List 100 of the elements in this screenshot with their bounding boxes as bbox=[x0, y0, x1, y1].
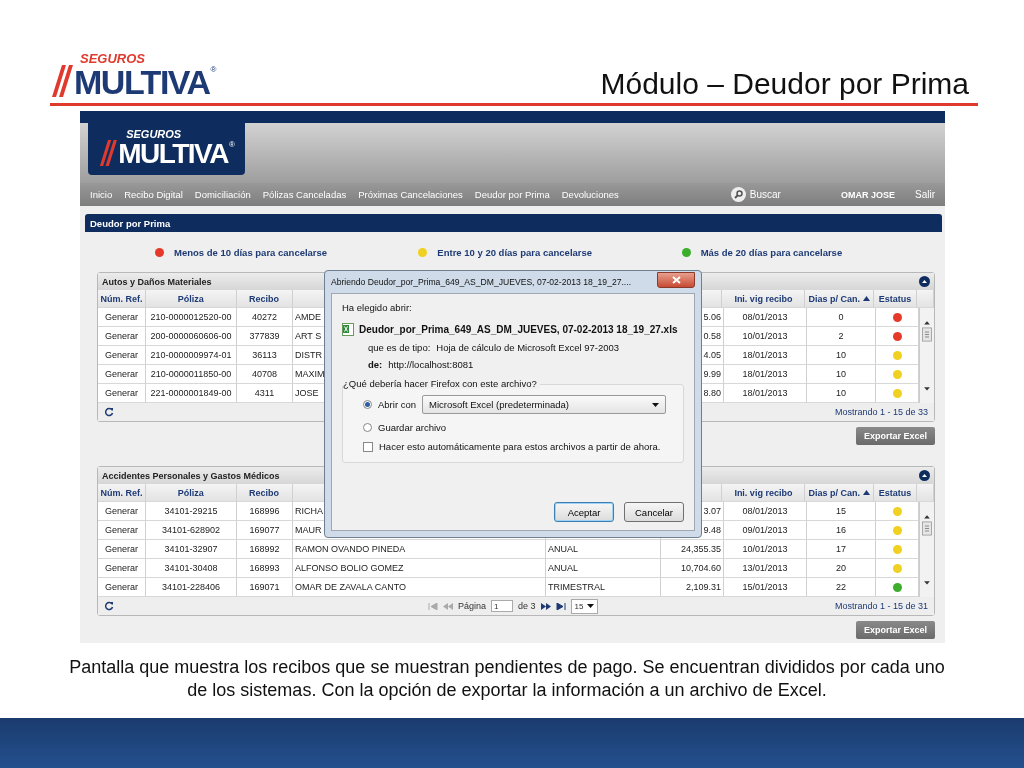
page-input[interactable]: 1 bbox=[491, 600, 514, 612]
table-cell: 13/01/2013 bbox=[742, 563, 788, 573]
radio-button[interactable] bbox=[363, 423, 372, 432]
table-cell: ALFONSO BOLIO GOMEZ bbox=[295, 563, 404, 573]
table-cell: Generar bbox=[105, 582, 138, 592]
table-cell: 168996 bbox=[249, 506, 280, 516]
slide-caption: Pantalla que muestra los recibos que se muestran pendientes de pago. Se encuentran divididos por cada uno de los sistemas. Con la opción de exportar la información a un archivo de Excel. bbox=[68, 656, 946, 702]
collapse-icon[interactable] bbox=[919, 470, 930, 481]
scrollbar[interactable] bbox=[919, 308, 934, 403]
table-cell: 377839 bbox=[249, 331, 280, 341]
refresh-icon[interactable] bbox=[104, 407, 114, 417]
table-cell: 2 bbox=[838, 331, 844, 341]
column-header[interactable]: Recibo bbox=[249, 487, 280, 498]
record-count: Mostrando 1 - 15 de 31 bbox=[834, 601, 928, 611]
checkbox-label[interactable]: Hacer esto automáticamente para estos archivos a partir de ahora. bbox=[379, 441, 661, 452]
table-cell: 36113 bbox=[252, 350, 277, 360]
table-cell: ANUAL bbox=[548, 544, 578, 554]
option-label[interactable]: Guardar archivo bbox=[378, 422, 447, 433]
field-label: de: bbox=[368, 359, 383, 370]
dialog-button[interactable]: Aceptar bbox=[554, 502, 614, 522]
table-cell: 15 bbox=[836, 506, 846, 516]
table-cell: 169077 bbox=[249, 525, 280, 535]
table-cell: 16 bbox=[836, 525, 846, 535]
dialog-button[interactable]: Cancelar bbox=[624, 502, 684, 522]
logo-text: MULTIVA bbox=[74, 65, 210, 99]
next-page-icon[interactable] bbox=[540, 602, 551, 610]
table-cell: 200-0000060606-00 bbox=[150, 331, 232, 341]
table-cell: 40708 bbox=[252, 369, 277, 379]
table-cell: 24,355.35 bbox=[680, 544, 721, 554]
column-header[interactable]: Ini. vig recibo bbox=[734, 487, 793, 498]
refresh-icon[interactable] bbox=[104, 601, 114, 611]
export-button[interactable]: Exportar Excel bbox=[855, 621, 935, 639]
table-cell: Generar bbox=[105, 525, 138, 535]
registered-mark: ® bbox=[228, 139, 235, 149]
table-cell: Generar bbox=[105, 506, 138, 516]
column-header[interactable]: Dias p/ Can. bbox=[808, 293, 860, 304]
table-cell: 10 bbox=[836, 350, 846, 360]
table-cell: 0.58 bbox=[703, 331, 721, 341]
table-cell: 210-0000012520-00 bbox=[150, 312, 232, 322]
table-cell: 22 bbox=[836, 582, 846, 592]
column-header[interactable]: Póliza bbox=[177, 487, 204, 498]
table-cell: 18/01/2013 bbox=[742, 388, 788, 398]
column-header[interactable]: Estatus bbox=[878, 293, 912, 304]
table-cell: 4311 bbox=[254, 388, 275, 398]
scrollbar[interactable] bbox=[919, 502, 934, 597]
table-cell: Generar bbox=[105, 312, 138, 322]
column-header[interactable]: Núm. Ref. bbox=[100, 487, 143, 498]
logo-text: MULTIVA bbox=[118, 139, 228, 168]
slide-title: Módulo – Deudor por Prima bbox=[600, 69, 969, 99]
column-header[interactable]: Núm. Ref. bbox=[100, 293, 143, 304]
table-cell: 08/01/2013 bbox=[742, 312, 788, 322]
logo-stripes-icon bbox=[50, 65, 74, 97]
page-size-select[interactable]: 15 bbox=[570, 598, 599, 614]
legend-label: Entre 10 y 20 días para cancelarse bbox=[437, 246, 593, 258]
table-cell: Generar bbox=[105, 331, 138, 341]
table-cell: RICHA bbox=[295, 506, 323, 516]
table-cell: 34101-30408 bbox=[164, 563, 218, 573]
table-cell: OMAR DE ZAVALA CANTO bbox=[295, 582, 407, 592]
table-cell: MAUR bbox=[295, 525, 322, 535]
table-cell: 10,704.60 bbox=[680, 563, 721, 573]
column-header[interactable]: Recibo bbox=[249, 293, 280, 304]
table-cell: 10 bbox=[836, 369, 846, 379]
table-cell: 4.05 bbox=[703, 350, 721, 360]
table-cell: RAMON OVANDO PINEDA bbox=[295, 544, 406, 554]
last-page-icon[interactable] bbox=[555, 602, 566, 610]
table-cell: 18/01/2013 bbox=[742, 369, 788, 379]
table-cell: 168993 bbox=[249, 563, 280, 573]
registered-mark: ® bbox=[210, 65, 217, 74]
page-count: de 3 bbox=[518, 601, 536, 611]
sort-icon[interactable] bbox=[862, 490, 870, 495]
table-cell: 210-0000009974-01 bbox=[150, 350, 232, 360]
table-cell: 08/01/2013 bbox=[742, 506, 788, 516]
close-icon bbox=[671, 276, 681, 284]
dialog-title: Abriendo Deudor_por_Prima_649_AS_DM_JUEVES, 07-02-2013 18_19_27.... bbox=[331, 277, 632, 287]
sort-icon[interactable] bbox=[862, 296, 870, 301]
application-select[interactable]: Microsoft Excel (predeterminada) bbox=[422, 395, 666, 414]
column-header[interactable]: Estatus bbox=[878, 487, 912, 498]
collapse-icon[interactable] bbox=[919, 276, 930, 287]
table-cell: 18/01/2013 bbox=[742, 350, 788, 360]
table-cell: Generar bbox=[105, 350, 138, 360]
table-cell: 15/01/2013 bbox=[742, 582, 788, 592]
caret-icon bbox=[587, 604, 595, 608]
checkbox[interactable] bbox=[363, 441, 373, 452]
column-header[interactable]: Ini. vig recibo bbox=[734, 293, 793, 304]
table-cell: 169071 bbox=[249, 582, 280, 592]
table-cell: DISTR bbox=[295, 350, 322, 360]
column-header[interactable]: Póliza bbox=[177, 293, 204, 304]
close-button[interactable] bbox=[657, 272, 695, 288]
table-cell: 09/01/2013 bbox=[742, 525, 788, 535]
logo-text: SEGUROS bbox=[126, 128, 182, 140]
export-button[interactable]: Exportar Excel bbox=[855, 427, 935, 445]
radio-button[interactable] bbox=[363, 400, 372, 409]
legend-label: Menos de 10 días para cancelarse bbox=[174, 246, 328, 258]
table-cell: 34101-32907 bbox=[164, 544, 218, 554]
table-cell: 221-0000001849-00 bbox=[150, 388, 232, 398]
column-header[interactable]: Dias p/ Can. bbox=[808, 487, 860, 498]
option-label[interactable]: Abrir con bbox=[378, 399, 416, 410]
search-icon[interactable] bbox=[730, 187, 746, 202]
dialog-text: Ha elegido abrir: bbox=[342, 302, 413, 313]
table-cell: 0 bbox=[838, 312, 844, 322]
